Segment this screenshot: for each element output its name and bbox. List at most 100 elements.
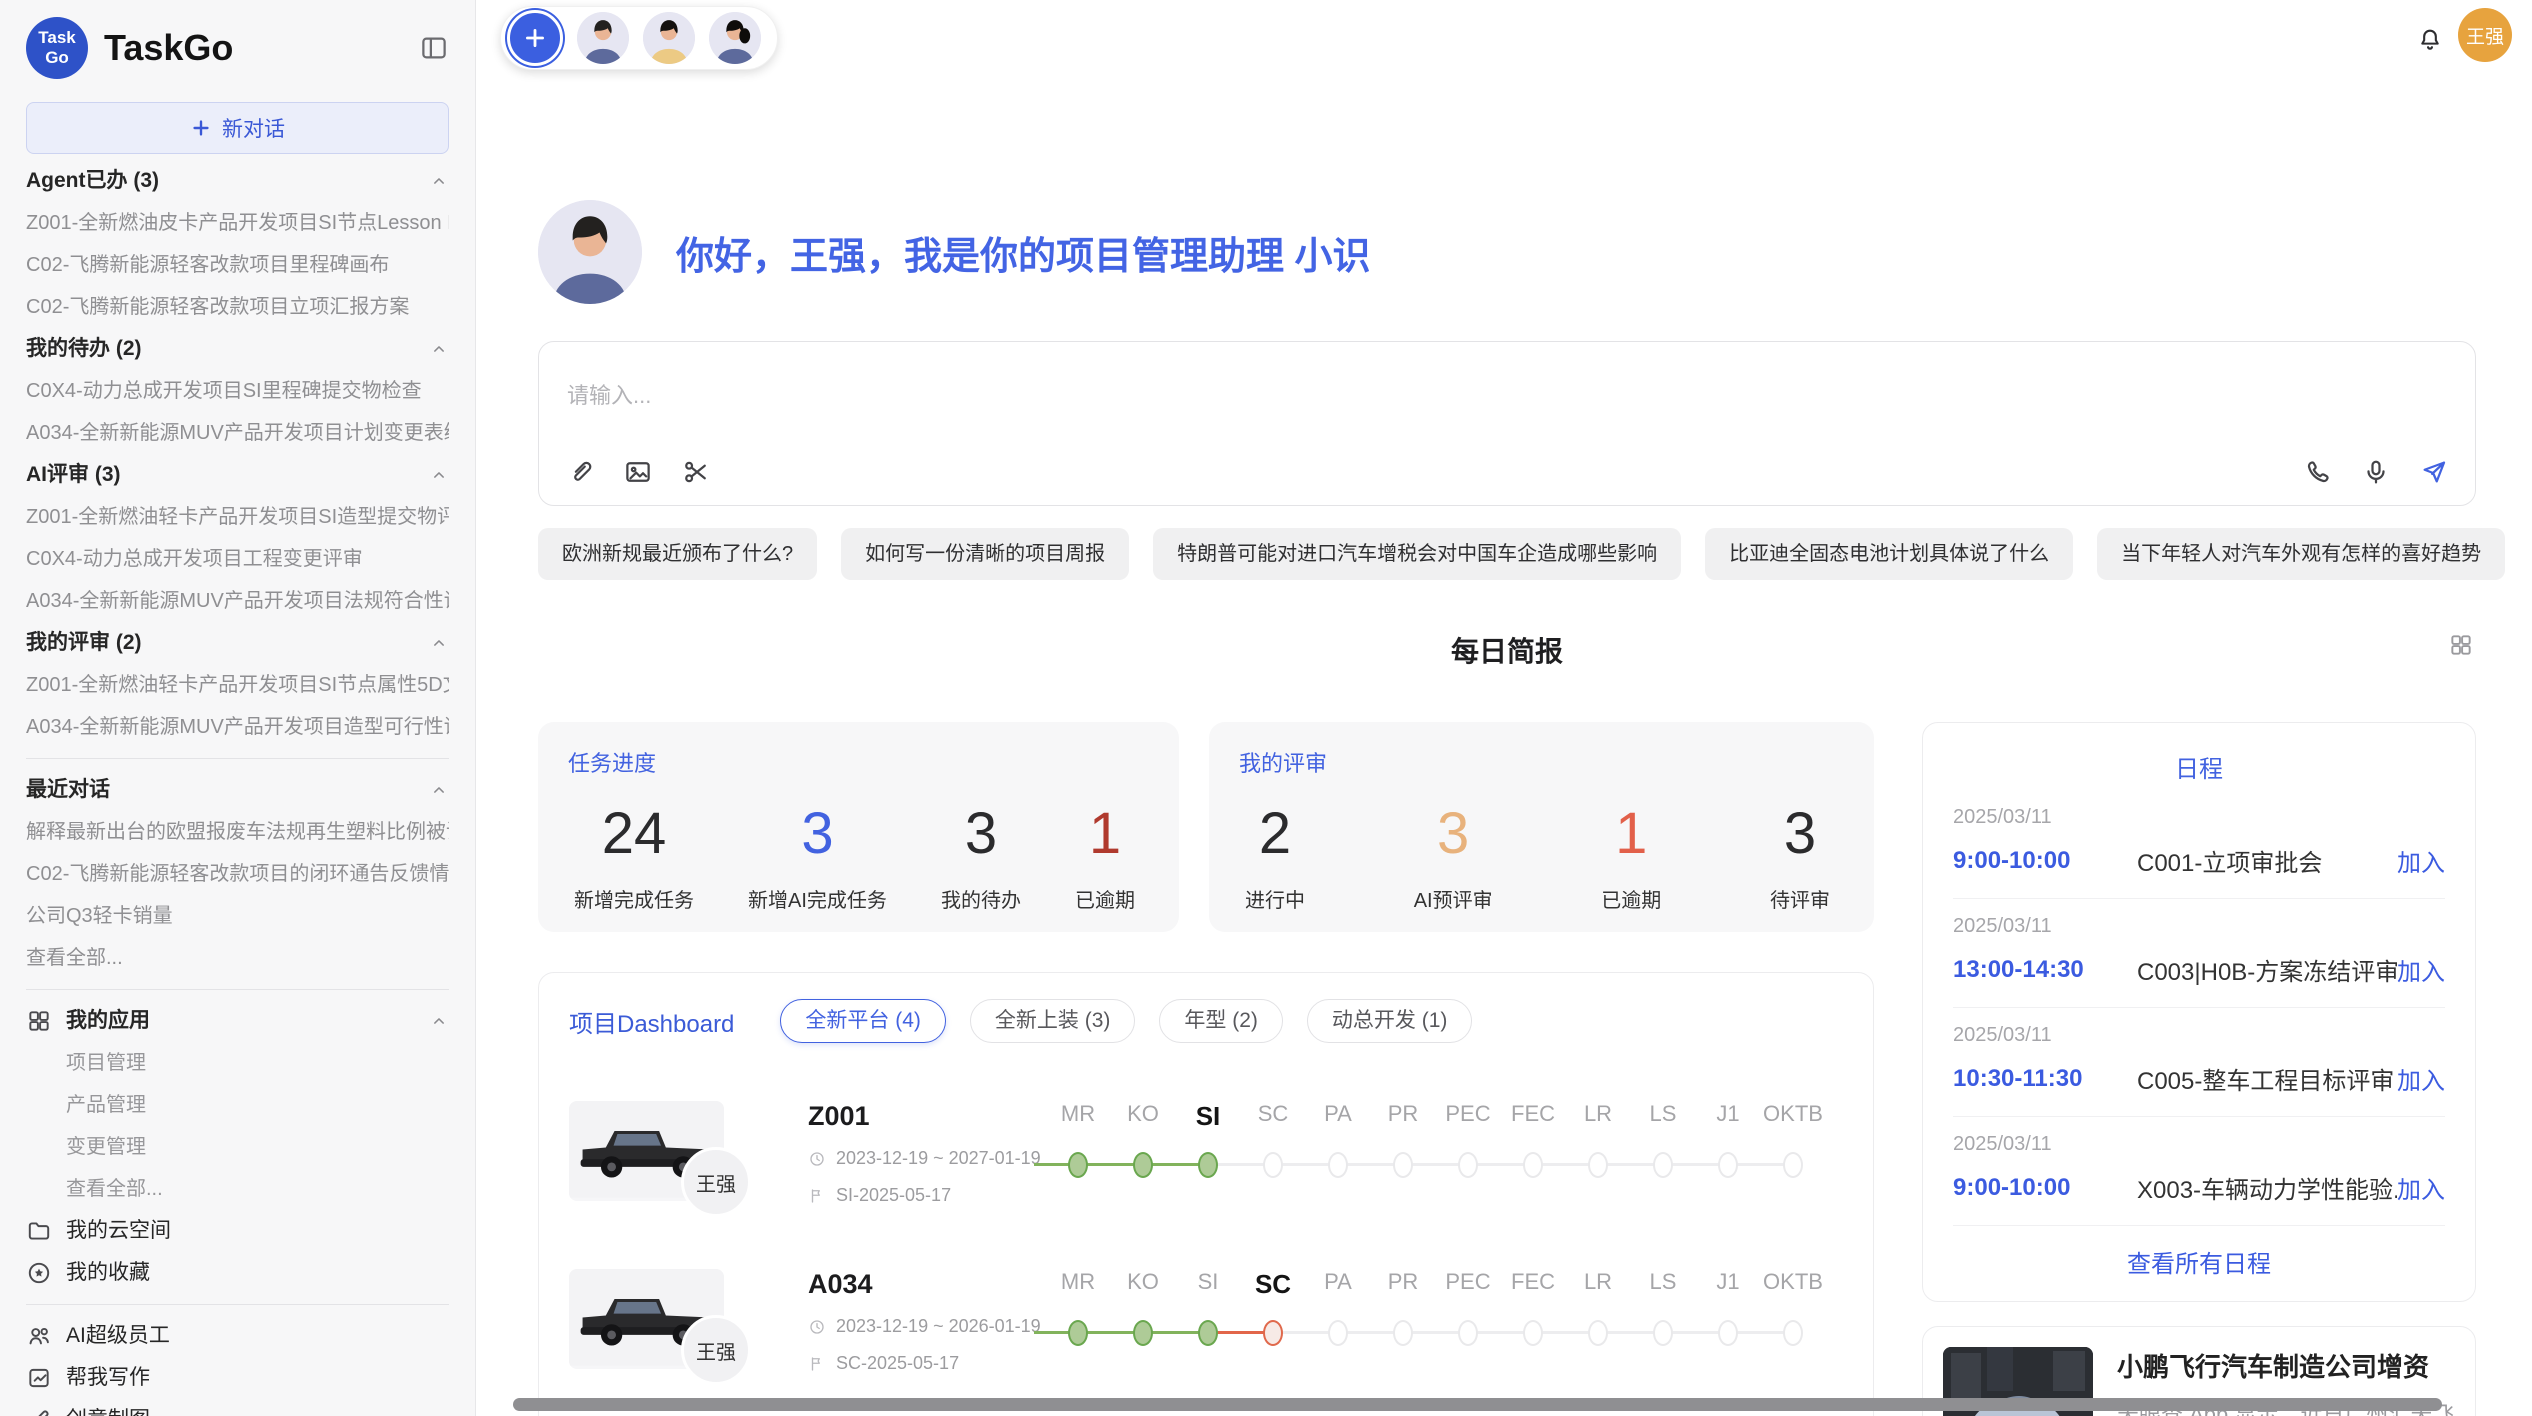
screenshot-scissors-icon[interactable] — [681, 457, 711, 487]
sidebar-item[interactable]: C0X4-动力总成开发项目SI里程碑提交物检查 — [26, 370, 449, 412]
collapse-sidebar-icon[interactable] — [419, 33, 449, 63]
insert-image-icon[interactable] — [623, 457, 653, 487]
milestone-node[interactable] — [1263, 1152, 1283, 1178]
session-avatar[interactable] — [643, 12, 695, 64]
horizontal-scrollbar[interactable] — [513, 1398, 2442, 1411]
sidebar-app-item[interactable]: 变更管理 — [26, 1126, 449, 1168]
milestone-label: SI — [1198, 1269, 1219, 1295]
milestone-node[interactable] — [1783, 1152, 1803, 1178]
milestone-node[interactable] — [1653, 1320, 1673, 1346]
suggestion-chip[interactable]: 欧洲新规最近颁布了什么? — [538, 528, 817, 580]
stats-cards: 任务进度24新增完成任务3新增AI完成任务3我的待办1已逾期我的评审2进行中3A… — [538, 722, 1874, 932]
sidebar-section-header[interactable]: 我的待办 (2) — [26, 328, 449, 370]
suggestion-chip[interactable]: 比亚迪全固态电池计划具体说了什么 — [1705, 528, 2073, 580]
chevron-up-icon — [429, 465, 449, 485]
project-owner-badge: 王强 — [681, 1147, 751, 1217]
dashboard-tab[interactable]: 全新平台 (4) — [780, 999, 946, 1043]
view-all-schedule-link[interactable]: 查看所有日程 — [1953, 1226, 2445, 1295]
sidebar-app-item[interactable]: 产品管理 — [26, 1084, 449, 1126]
new-chat-label: 新对话 — [222, 113, 285, 143]
sidebar-item[interactable]: Z001-全新燃油轻卡产品开发项目SI造型提交物评审 — [26, 496, 449, 538]
milestone-node[interactable] — [1393, 1320, 1413, 1346]
milestone-node[interactable] — [1068, 1320, 1088, 1346]
session-avatar[interactable] — [709, 12, 761, 64]
sidebar-item[interactable]: Z001-全新燃油皮卡产品开发项目SI节点Lesson Learn报告 — [26, 202, 449, 244]
sidebar-section-header[interactable]: 我的评审 (2) — [26, 622, 449, 664]
milestone-node[interactable] — [1198, 1152, 1218, 1178]
sidebar-item[interactable]: C02-飞腾新能源轻客改款项目里程碑画布 — [26, 244, 449, 286]
sidebar-item[interactable]: Z001-全新燃油轻卡产品开发项目SI节点属性5D文件评审 — [26, 664, 449, 706]
milestone-node[interactable] — [1588, 1320, 1608, 1346]
session-avatar[interactable] — [577, 12, 629, 64]
message-composer[interactable]: 请输入... — [538, 341, 2476, 506]
dashboard-tab[interactable]: 动总开发 (1) — [1307, 999, 1473, 1043]
add-session-button[interactable] — [507, 10, 563, 66]
milestone-node[interactable] — [1523, 1152, 1543, 1178]
dashboard-tab[interactable]: 年型 (2) — [1159, 999, 1283, 1043]
milestone-node[interactable] — [1458, 1152, 1478, 1178]
sidebar: Task Go TaskGo 新对话 Agent已办 (3)Z001-全新燃油皮… — [0, 0, 476, 1416]
new-chat-button[interactable]: 新对话 — [26, 102, 449, 154]
sidebar-tool-people[interactable]: AI超级员工 — [26, 1315, 449, 1357]
milestone-node[interactable] — [1718, 1152, 1738, 1178]
sidebar-app-item[interactable]: 项目管理 — [26, 1042, 449, 1084]
milestone-node[interactable] — [1198, 1320, 1218, 1346]
composer-input[interactable]: 请输入... — [567, 378, 651, 410]
microphone-icon[interactable] — [2361, 457, 2391, 487]
project-owner-badge: 王强 — [681, 1315, 751, 1385]
sidebar-item[interactable]: A034-全新新能源MUV产品开发项目法规符合性评审 — [26, 580, 449, 622]
briefing-layout-icon[interactable] — [2448, 632, 2474, 658]
sidebar-section-header[interactable]: 最近对话 — [26, 769, 449, 811]
sidebar-item[interactable]: C02-飞腾新能源轻客改款项目的闭环通告反馈情况 — [26, 853, 449, 895]
sidebar-section-header[interactable]: Agent已办 (3) — [26, 160, 449, 202]
project-media: 王强 — [569, 1101, 724, 1201]
milestone-node[interactable] — [1328, 1320, 1348, 1346]
milestone-node[interactable] — [1393, 1152, 1413, 1178]
notifications-bell-icon[interactable] — [2416, 26, 2444, 54]
milestone-node[interactable] — [1458, 1320, 1478, 1346]
sidebar-item-my-apps[interactable]: 我的应用 — [26, 1000, 449, 1042]
sidebar-item-star[interactable]: 我的收藏 — [26, 1252, 449, 1294]
stat-value: 2 — [1245, 802, 1305, 866]
send-message-icon[interactable] — [2419, 457, 2449, 487]
join-meeting-link[interactable]: 加入 — [2397, 952, 2445, 987]
stat-card-title: 任务进度 — [568, 746, 1149, 778]
milestone-node[interactable] — [1653, 1152, 1673, 1178]
suggestion-chip[interactable]: 当下年轻人对汽车外观有怎样的喜好趋势 — [2097, 528, 2505, 580]
milestone-label: MR — [1061, 1269, 1095, 1295]
sidebar-section-header[interactable]: AI评审 (3) — [26, 454, 449, 496]
user-avatar[interactable]: 王强 — [2458, 8, 2512, 62]
sidebar-item[interactable]: C02-飞腾新能源轻客改款项目立项汇报方案 — [26, 286, 449, 328]
sidebar-item-folder[interactable]: 我的云空间 — [26, 1210, 449, 1252]
assistant-avatar — [538, 200, 642, 304]
milestone-node[interactable] — [1068, 1152, 1088, 1178]
join-meeting-link[interactable]: 加入 — [2397, 843, 2445, 878]
suggestion-chip[interactable]: 如何写一份清晰的项目周报 — [841, 528, 1129, 580]
join-meeting-link[interactable]: 加入 — [2397, 1061, 2445, 1096]
sidebar-item[interactable]: A034-全新新能源MUV产品开发项目造型可行性评审 — [26, 706, 449, 748]
milestone-node[interactable] — [1523, 1320, 1543, 1346]
schedule-date: 2025/03/11 — [1953, 1133, 2445, 1156]
sidebar-item[interactable]: 解释最新出台的欧盟报废车法规再生塑料比例被调至15%... — [26, 811, 449, 853]
join-meeting-link[interactable]: 加入 — [2397, 1170, 2445, 1205]
sidebar-item[interactable]: A034-全新新能源MUV产品开发项目计划变更表编写 — [26, 412, 449, 454]
milestone-node[interactable] — [1263, 1320, 1283, 1346]
sidebar-app-item[interactable]: 查看全部... — [26, 1168, 449, 1210]
milestone-node[interactable] — [1588, 1152, 1608, 1178]
voice-call-icon[interactable] — [2303, 457, 2333, 487]
milestone-node[interactable] — [1328, 1152, 1348, 1178]
sidebar-item[interactable]: C0X4-动力总成开发项目工程变更评审 — [26, 538, 449, 580]
suggestion-chip[interactable]: 特朗普可能对进口汽车增税会对中国车企造成哪些影响 — [1153, 528, 1681, 580]
milestone-node[interactable] — [1133, 1320, 1153, 1346]
sidebar-item[interactable]: 公司Q3轻卡销量 — [26, 895, 449, 937]
sidebar-tool-write[interactable]: 帮我写作 — [26, 1357, 449, 1399]
milestone-node[interactable] — [1718, 1320, 1738, 1346]
sidebar-item[interactable]: 查看全部... — [26, 937, 449, 979]
sidebar-tool-pen[interactable]: 创意制图 — [26, 1399, 449, 1416]
milestone-node[interactable] — [1133, 1152, 1153, 1178]
dashboard-tab[interactable]: 全新上装 (3) — [970, 999, 1136, 1043]
attach-file-icon[interactable] — [565, 457, 595, 487]
milestone-node[interactable] — [1783, 1320, 1803, 1346]
project-flag-text: SC-2025-05-17 — [836, 1353, 959, 1374]
schedule-row: 13:00-14:30C003|H0B-方案冻结评审加入 — [1953, 952, 2445, 987]
